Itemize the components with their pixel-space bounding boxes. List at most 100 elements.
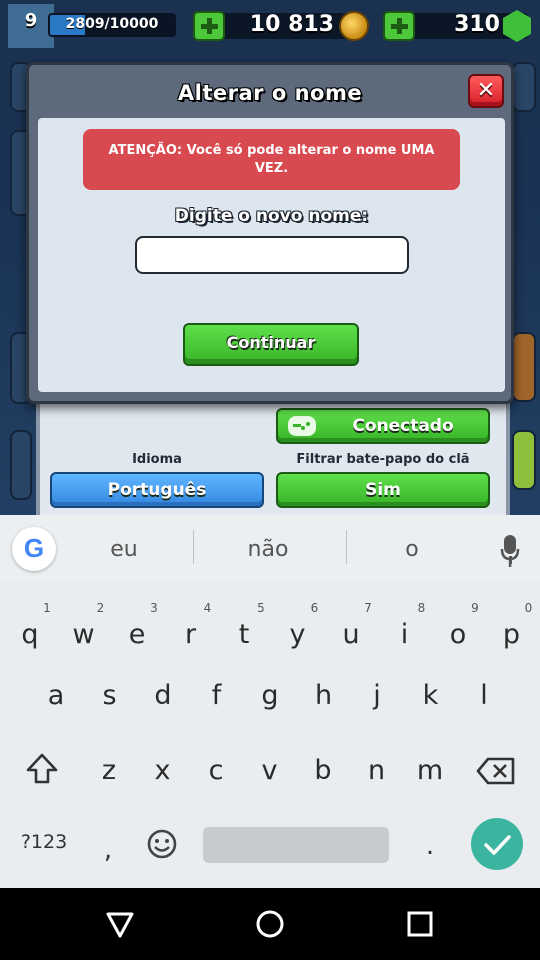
key-h[interactable]: h	[297, 666, 351, 726]
dialog-body: ATENÇÃO: Você só pode alterar o nome UMA…	[38, 118, 505, 392]
key-j[interactable]: j	[350, 666, 404, 726]
key-label: c	[208, 755, 224, 786]
key-label: l	[480, 680, 488, 711]
key-label: k	[422, 680, 439, 711]
key-number-hint: 4	[203, 601, 212, 615]
key-label: x	[154, 755, 171, 786]
key-x[interactable]: x	[136, 741, 190, 801]
change-name-dialog: Alterar o nome ✕ ATENÇÃO: Você só pode a…	[26, 62, 514, 404]
divider	[346, 530, 347, 564]
key-label: v	[261, 755, 278, 786]
recents-square-icon	[407, 911, 433, 937]
recents-button[interactable]	[402, 906, 438, 942]
soft-keyboard: G eu não o q1w2e3r4t5y6u7i8o9p0 asdfghjk…	[0, 515, 540, 888]
navigation-bar	[0, 888, 540, 960]
key-label: y	[289, 619, 306, 650]
key-n[interactable]: n	[350, 741, 404, 801]
key-label: d	[154, 680, 172, 711]
home-circle-icon	[256, 910, 284, 938]
key-a[interactable]: a	[29, 666, 83, 726]
key-label: z	[101, 755, 117, 786]
microphone-glyph	[500, 536, 520, 567]
close-button[interactable]: ✕	[468, 74, 504, 108]
google-icon[interactable]: G	[12, 527, 56, 571]
shift-icon	[26, 753, 58, 784]
key-label: g	[261, 680, 279, 711]
key-number-hint: 2	[96, 601, 105, 615]
emoji-icon	[147, 829, 177, 859]
suggestion-2[interactable]: não	[208, 537, 328, 562]
key-label: q	[21, 619, 39, 650]
buy-gems-button[interactable]	[383, 11, 415, 41]
back-button[interactable]	[102, 906, 138, 942]
key-c[interactable]: c	[189, 741, 243, 801]
language-label: Idioma	[132, 452, 182, 467]
buy-gold-button[interactable]	[193, 11, 225, 41]
home-button[interactable]	[252, 906, 288, 942]
shift-key[interactable]	[24, 751, 60, 787]
suggestion-3[interactable]: o	[362, 537, 462, 562]
suggestion-bar: G eu não o	[0, 515, 540, 581]
key-label: h	[314, 680, 333, 711]
key-label: n	[367, 755, 386, 786]
key-label: p	[502, 619, 521, 650]
key-b[interactable]: b	[296, 741, 350, 801]
key-l[interactable]: l	[457, 666, 511, 726]
emoji-key[interactable]	[145, 827, 179, 861]
key-s[interactable]: s	[83, 666, 137, 726]
key-z[interactable]: z	[82, 741, 136, 801]
resource-bar: 9 2809/10000 10 813 310	[0, 0, 540, 52]
key-number-hint: 6	[310, 601, 319, 615]
gold-amount: 10 813	[249, 12, 334, 37]
gold-coin-icon	[339, 11, 369, 41]
background-card	[512, 332, 536, 402]
background-card	[512, 62, 536, 112]
key-k[interactable]: k	[404, 666, 458, 726]
key-d[interactable]: d	[136, 666, 190, 726]
key-label: b	[314, 755, 332, 786]
suggestion-1[interactable]: eu	[74, 537, 174, 562]
backspace-icon	[476, 757, 515, 785]
key-label: f	[211, 680, 222, 711]
language-button[interactable]: Português	[50, 472, 264, 508]
xp-text: 2809/10000	[65, 16, 159, 32]
backspace-key[interactable]	[476, 757, 516, 785]
key-number-hint: 5	[257, 601, 265, 615]
checkmark-icon	[484, 835, 511, 855]
back-triangle-icon	[106, 912, 134, 938]
enter-key[interactable]	[471, 818, 523, 870]
clan-chat-filter-label: Filtrar bate-papo do clã	[296, 452, 470, 467]
key-m[interactable]: m	[403, 741, 457, 801]
continue-button[interactable]: Continuar	[183, 323, 359, 366]
connected-label: Conectado	[352, 416, 454, 436]
key-g[interactable]: g	[243, 666, 297, 726]
symbols-key[interactable]: ?123	[14, 831, 74, 853]
gems-amount: 310	[454, 12, 500, 37]
key-label: s	[102, 680, 117, 711]
key-f[interactable]: f	[190, 666, 244, 726]
key-label: m	[416, 755, 444, 786]
key-label: j	[373, 680, 381, 711]
key-number-hint: 7	[364, 601, 372, 615]
gamepad-icon	[288, 416, 316, 436]
key-v[interactable]: v	[243, 741, 297, 801]
key-number-hint: 8	[417, 601, 426, 615]
microphone-icon[interactable]	[499, 535, 521, 569]
key-label: t	[238, 619, 250, 650]
comma-key[interactable]: ,	[98, 835, 118, 865]
key-number-hint: 9	[471, 601, 479, 615]
space-key[interactable]	[203, 827, 389, 863]
name-prompt: Digite o novo nome:	[174, 206, 369, 226]
key-label: e	[128, 619, 146, 650]
key-label: o	[449, 619, 467, 650]
new-name-input[interactable]	[135, 236, 409, 274]
key-label: u	[342, 619, 360, 650]
key-label: a	[47, 680, 65, 711]
key-number-hint: 3	[150, 601, 158, 615]
connected-button[interactable]: Conectado	[276, 408, 490, 444]
period-key[interactable]: .	[420, 831, 440, 861]
key-number-hint: 0	[524, 601, 533, 615]
warning-banner: ATENÇÃO: Você só pode alterar o nome UMA…	[83, 129, 460, 190]
dialog-title: Alterar o nome	[177, 81, 363, 105]
clan-chat-filter-button[interactable]: Sim	[276, 472, 490, 508]
